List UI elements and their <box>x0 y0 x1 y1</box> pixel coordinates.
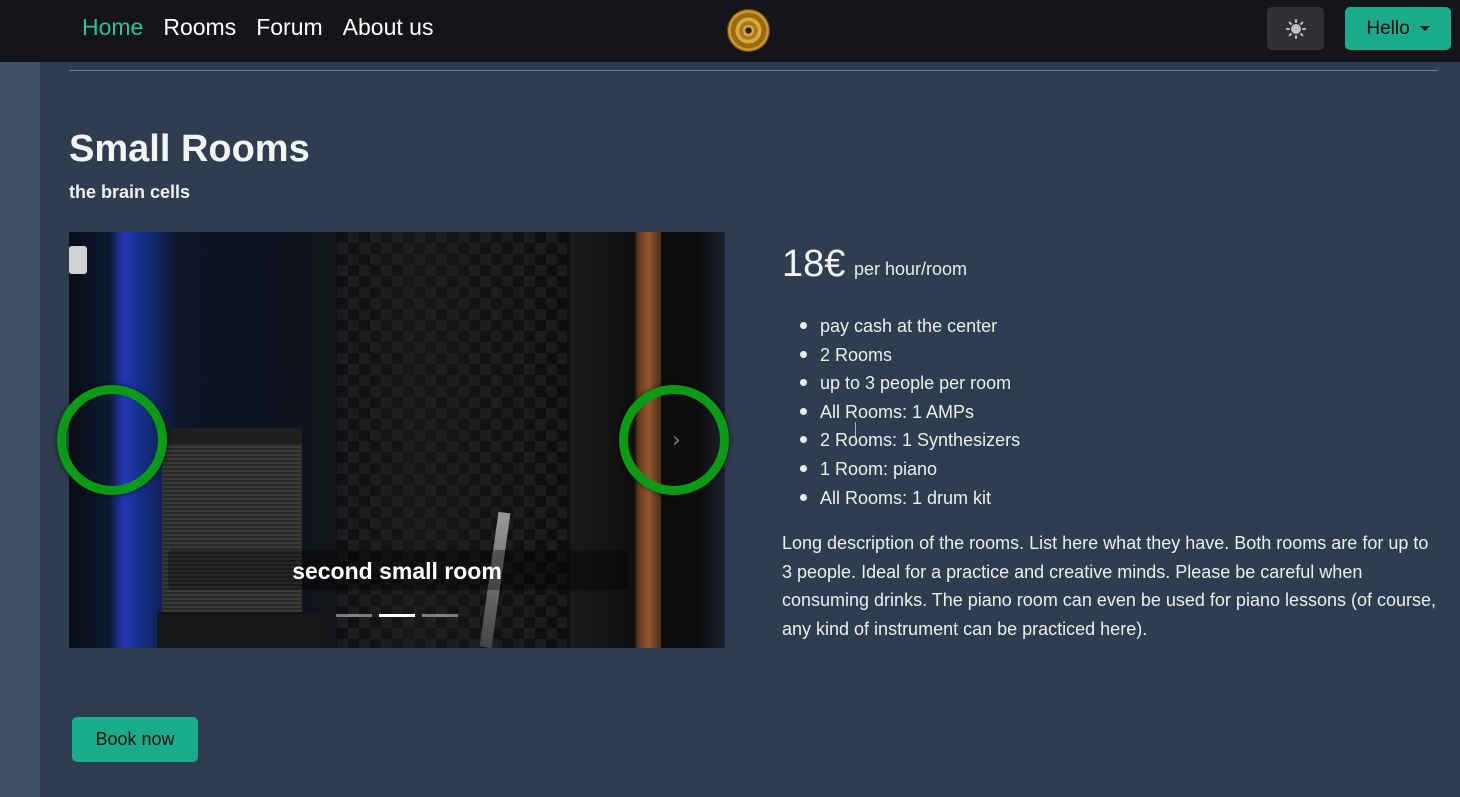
page-title: Small Rooms <box>69 128 310 170</box>
carousel-indicator-1[interactable] <box>336 614 372 617</box>
nav-link-about-us[interactable]: About us <box>343 14 434 41</box>
list-item: 2 Rooms: 1 Synthesizers <box>800 426 1020 455</box>
left-side-strip <box>0 62 40 797</box>
vinyl-record-icon[interactable] <box>727 9 770 52</box>
list-item: up to 3 people per room <box>800 369 1020 398</box>
carousel-caption: second small room <box>292 558 502 584</box>
list-item: All Rooms: 1 drum kit <box>800 484 1020 513</box>
book-now-button[interactable]: Book now <box>72 717 198 762</box>
top-navbar: Home Rooms Forum About us Hello <box>0 0 1460 62</box>
page-subtitle: the brain cells <box>69 182 191 202</box>
carousel-image-detail <box>157 612 327 648</box>
carousel-indicator-2[interactable] <box>379 614 415 617</box>
carousel-indicator-3[interactable] <box>422 614 458 617</box>
theme-toggle-button[interactable] <box>1267 7 1324 50</box>
nav-links: Home Rooms Forum About us <box>82 14 433 41</box>
carousel-indicators <box>336 614 458 617</box>
sun-icon <box>1285 18 1306 39</box>
carousel-prev-button[interactable] <box>57 385 167 495</box>
nav-link-home[interactable]: Home <box>82 14 143 41</box>
nav-link-rooms[interactable]: Rooms <box>163 14 236 41</box>
list-item: pay cash at the center <box>800 312 1020 341</box>
caret-down-icon <box>1419 26 1430 31</box>
room-description: Long description of the rooms. List here… <box>782 533 1437 640</box>
user-dropdown-button[interactable]: Hello <box>1345 7 1451 50</box>
carousel-image-detail <box>162 428 302 628</box>
chevron-right-icon: › <box>672 428 681 453</box>
list-item: 1 Room: piano <box>800 455 1020 484</box>
text-cursor-icon <box>855 422 857 438</box>
room-price: 18€ <box>782 243 846 285</box>
nav-link-forum[interactable]: Forum <box>256 14 322 41</box>
list-item: All Rooms: 1 AMPs <box>800 398 1020 427</box>
room-feature-list: pay cash at the center 2 Rooms up to 3 p… <box>800 312 1020 512</box>
list-item: 2 Rooms <box>800 341 1020 370</box>
price-unit: per hour/room <box>854 259 968 279</box>
divider <box>69 70 1438 71</box>
user-dropdown-label: Hello <box>1366 17 1410 39</box>
carousel-image-detail <box>69 246 87 274</box>
